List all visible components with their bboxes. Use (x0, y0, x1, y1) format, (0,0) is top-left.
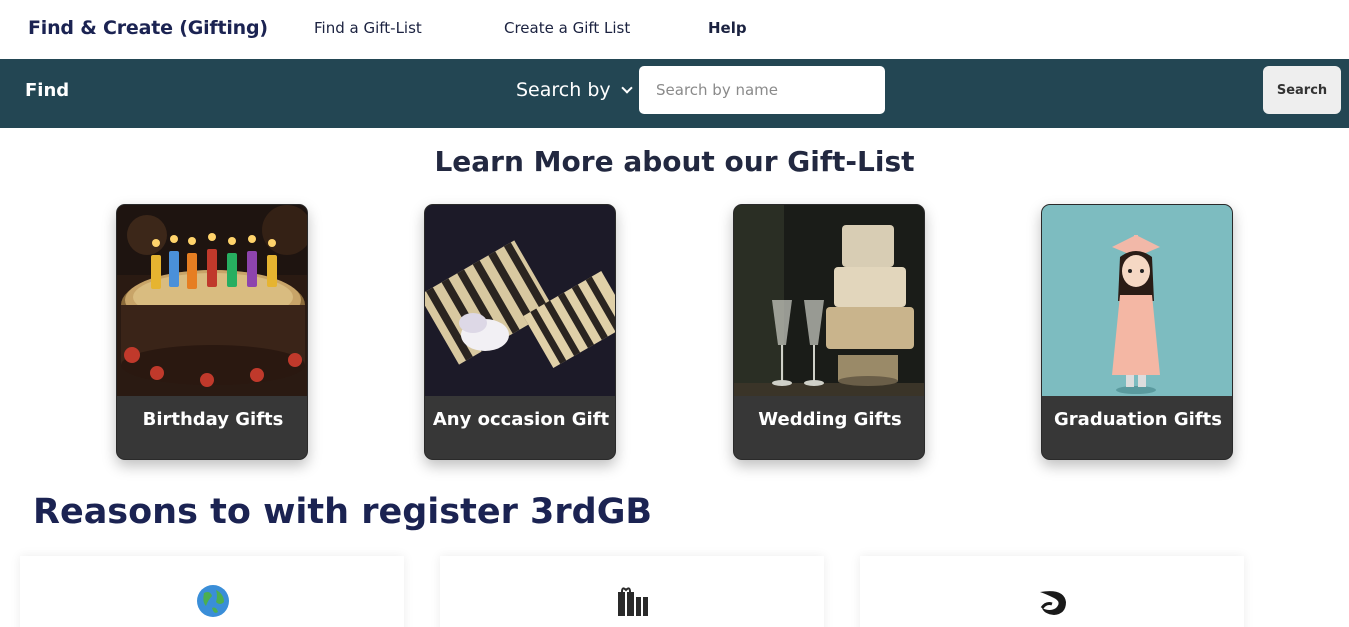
card-label-graduation: Graduation Gifts (1054, 409, 1222, 430)
reasons-heading: Reasons to with register 3rdGB (33, 492, 653, 532)
search-by-label: Search by (516, 79, 611, 101)
top-navigation: Find & Create (Gifting) Find a Gift-List… (0, 0, 1349, 59)
birthday-cake-image (117, 205, 307, 396)
gift-card-any-occasion[interactable]: Any occasion Gift (424, 204, 616, 460)
globe-icon (197, 585, 229, 617)
gift-card-graduation[interactable]: Graduation Gifts (1041, 204, 1233, 460)
brand-logo[interactable]: Find & Create (Gifting) (28, 17, 268, 39)
reason-card-2 (440, 556, 824, 627)
gift-box-image (425, 205, 615, 396)
swoosh-icon (1040, 591, 1066, 615)
wedding-cake-image (734, 205, 924, 396)
gifts-icon (618, 587, 648, 616)
search-button[interactable]: Search (1263, 66, 1341, 114)
reason-card-3 (860, 556, 1244, 627)
learn-more-heading: Learn More about our Gift-List (434, 145, 915, 178)
card-label-birthday: Birthday Gifts (142, 409, 284, 430)
nav-link-create-gift-list[interactable]: Create a Gift List (504, 19, 630, 37)
card-label-wedding: Wedding Gifts (758, 409, 902, 430)
search-input[interactable] (639, 66, 885, 114)
gift-card-wedding[interactable]: Wedding Gifts (733, 204, 925, 460)
find-bar: Find Search by Search (0, 59, 1349, 128)
card-label-any-occasion: Any occasion Gift (432, 409, 610, 430)
search-by-dropdown[interactable]: Search by (516, 79, 633, 101)
chevron-down-icon (620, 81, 633, 94)
graduation-figure-image (1042, 205, 1232, 396)
gift-card-birthday[interactable]: Birthday Gifts (116, 204, 308, 460)
reason-card-1 (20, 556, 404, 627)
find-label: Find (25, 80, 70, 101)
nav-link-find-gift-list[interactable]: Find a Gift-List (314, 19, 422, 37)
nav-link-help[interactable]: Help (708, 19, 747, 37)
